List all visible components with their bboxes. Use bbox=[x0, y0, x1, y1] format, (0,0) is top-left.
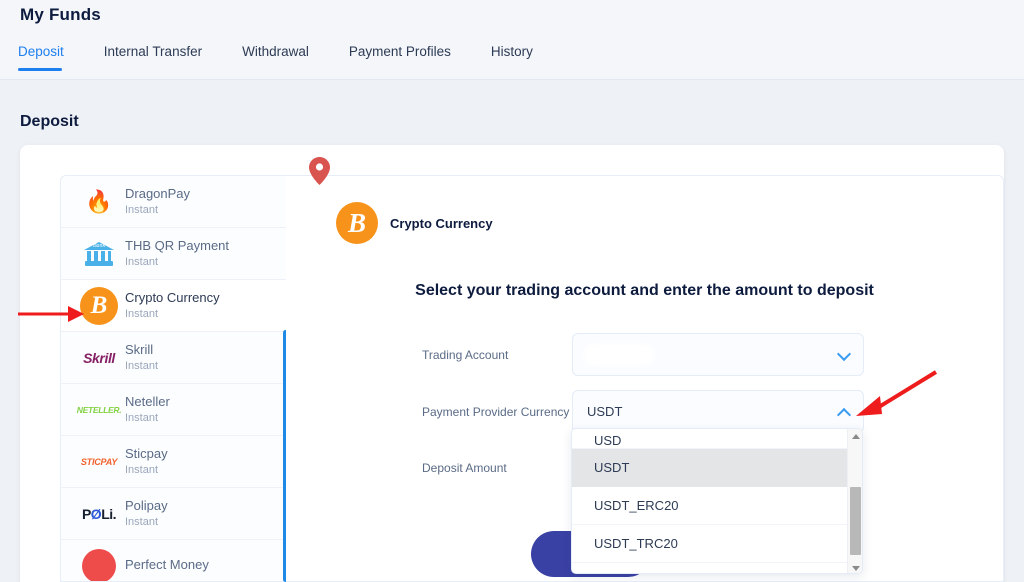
dropdown-scrollbar[interactable] bbox=[847, 429, 862, 573]
tab-withdrawal[interactable]: Withdrawal bbox=[242, 44, 309, 71]
option-label: USD bbox=[594, 433, 622, 448]
scroll-up-arrow-icon[interactable] bbox=[848, 429, 862, 443]
bitcoin-icon: B bbox=[73, 286, 125, 326]
dropdown-option-usdt[interactable]: USDT bbox=[572, 449, 862, 487]
thb-qr-bank-icon: Bank bbox=[73, 234, 125, 274]
dropdown-option-usdt-erc20[interactable]: USDT_ERC20 bbox=[572, 487, 862, 525]
tab-payment-profiles[interactable]: Payment Profiles bbox=[349, 44, 451, 71]
poli-icon: PØLi. bbox=[81, 505, 117, 522]
tab-label: Internal Transfer bbox=[103, 44, 203, 59]
method-item-thb-qr-payment[interactable]: Bank THB QR Payment Instant bbox=[61, 228, 286, 280]
method-speed: Instant bbox=[125, 411, 159, 424]
payment-provider-currency-select[interactable]: USDT bbox=[572, 390, 864, 433]
tab-label: Deposit bbox=[18, 44, 64, 59]
dropdown-option-usdt-trc20[interactable]: USDT_TRC20 bbox=[572, 525, 862, 563]
payment-methods-list[interactable]: 🔥 DragonPay Instant Bank THB QR Payment … bbox=[60, 175, 286, 582]
scrollbar-thumb[interactable] bbox=[850, 487, 861, 555]
neteller-icon: NETELLER. bbox=[76, 404, 122, 415]
tab-internal-transfer[interactable]: Internal Transfer bbox=[104, 44, 202, 71]
option-label: USDT_TRC20 bbox=[594, 536, 678, 551]
selected-currency-value: USDT bbox=[587, 404, 623, 419]
tab-label: Withdrawal bbox=[242, 44, 309, 59]
form-instruction: Select your trading account and enter th… bbox=[415, 282, 874, 299]
method-item-dragonpay[interactable]: 🔥 DragonPay Instant bbox=[61, 176, 286, 228]
tab-label: Payment Profiles bbox=[348, 44, 451, 59]
method-name: Neteller bbox=[125, 393, 170, 409]
field-row-payment-provider-currency: Payment Provider Currency USDT bbox=[422, 390, 864, 433]
method-item-perfect-money[interactable]: Perfect Money bbox=[61, 540, 286, 581]
method-name: Crypto Currency bbox=[125, 289, 220, 305]
chevron-up-icon bbox=[836, 407, 852, 422]
scroll-down-arrow-icon[interactable] bbox=[848, 561, 862, 573]
method-name: Polipay bbox=[125, 497, 168, 513]
sticpay-icon: STICPAY bbox=[80, 456, 118, 467]
method-speed: Instant bbox=[125, 307, 159, 320]
method-speed: Instant bbox=[125, 203, 159, 216]
field-row-trading-account: Trading Account bbox=[422, 333, 864, 376]
provider-title: Crypto Currency bbox=[390, 215, 493, 231]
method-item-neteller[interactable]: NETELLER. Neteller Instant bbox=[61, 384, 286, 436]
method-name: Skrill bbox=[125, 341, 154, 357]
skrill-icon: Skrill bbox=[83, 349, 115, 366]
section-title: Deposit bbox=[20, 113, 79, 130]
provider-header: B Crypto Currency bbox=[336, 202, 493, 244]
method-item-polipay[interactable]: PØLi. Polipay Instant bbox=[61, 488, 286, 540]
tab-label: History bbox=[490, 44, 533, 59]
tab-history[interactable]: History bbox=[491, 44, 533, 71]
bitcoin-icon: B bbox=[336, 202, 378, 244]
payment-provider-currency-label: Payment Provider Currency bbox=[422, 404, 570, 419]
chevron-down-icon bbox=[836, 346, 852, 361]
tab-bar: Deposit Internal Transfer Withdrawal Pay… bbox=[18, 44, 573, 71]
dragonpay-icon: 🔥 bbox=[85, 188, 113, 214]
perfect-money-icon bbox=[73, 546, 125, 581]
trading-account-label: Trading Account bbox=[422, 347, 509, 362]
deposit-page: My Funds Deposit Internal Transfer Withd… bbox=[0, 0, 1024, 582]
field-row-deposit-amount: Deposit Amount bbox=[422, 461, 572, 475]
option-label: USDT_ERC20 bbox=[594, 498, 679, 513]
method-name: Sticpay bbox=[125, 445, 168, 461]
option-label: USDT bbox=[594, 460, 630, 475]
method-name: THB QR Payment bbox=[125, 237, 230, 253]
redacted-value bbox=[587, 347, 651, 362]
method-item-crypto-currency[interactable]: B Crypto Currency Instant bbox=[61, 280, 286, 332]
deposit-amount-label: Deposit Amount bbox=[422, 461, 507, 475]
method-name: DragonPay bbox=[125, 185, 191, 201]
method-speed: Instant bbox=[125, 255, 159, 268]
method-speed: Instant bbox=[125, 515, 159, 528]
trading-account-select[interactable] bbox=[572, 333, 864, 376]
location-pin-marker bbox=[309, 157, 330, 185]
page-header: My Funds Deposit Internal Transfer Withd… bbox=[0, 0, 1024, 80]
tab-deposit[interactable]: Deposit bbox=[18, 44, 64, 71]
method-item-sticpay[interactable]: STICPAY Sticpay Instant bbox=[61, 436, 286, 488]
dropdown-option-usd[interactable]: USD bbox=[572, 429, 862, 449]
method-speed: Instant bbox=[125, 463, 159, 476]
method-speed: Instant bbox=[125, 359, 159, 372]
method-item-skrill[interactable]: Skrill Skrill Instant bbox=[61, 332, 286, 384]
method-name: Perfect Money bbox=[125, 557, 209, 573]
page-title: My Funds bbox=[20, 5, 101, 24]
currency-dropdown-list[interactable]: USD USDT USDT_ERC20 USDT_TRC20 bbox=[571, 428, 863, 574]
